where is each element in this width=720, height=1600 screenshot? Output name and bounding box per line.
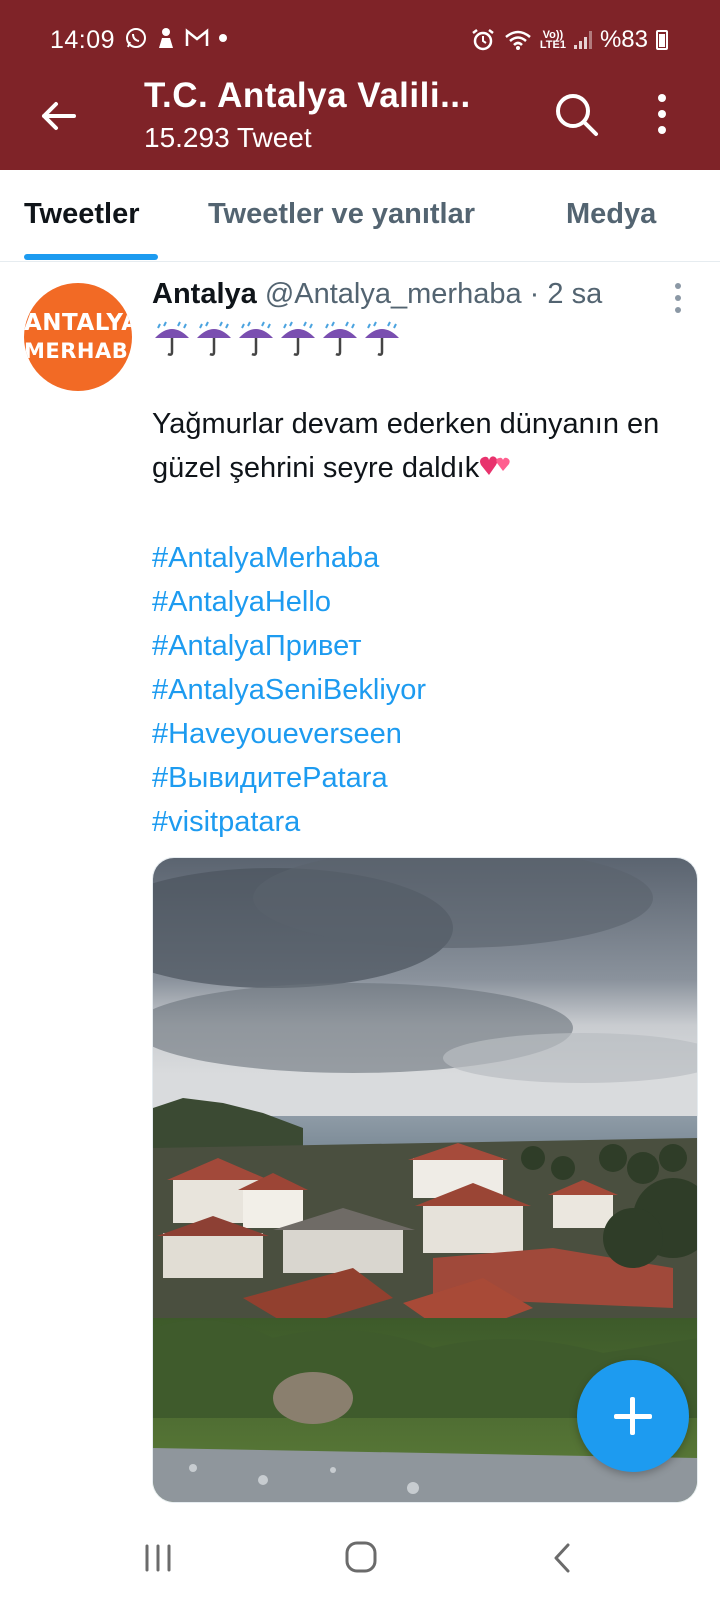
author-name[interactable]: Antalya <box>152 278 257 310</box>
recent-apps-icon[interactable] <box>142 1544 174 1572</box>
whatsapp-icon <box>126 28 146 48</box>
hashtag-list: #AntalyaMerhaba #AntalyaHello #AntalyaПр… <box>152 536 426 844</box>
tweet-time: 2 sa <box>547 278 603 310</box>
avatar-logo-line2: MERHABA <box>24 339 132 363</box>
home-icon[interactable] <box>344 1540 378 1574</box>
umbrella-rain-icon <box>281 321 315 356</box>
profile-tabs: Tweetler Tweetler ve yanıtlar Medya <box>0 170 720 262</box>
umbrella-rain-icon <box>323 321 357 356</box>
umbrella-rain-icon <box>155 321 189 356</box>
tweet-header: Antalya @Antalya_merhaba · 2 sa <box>152 278 602 311</box>
hashtag-link[interactable]: #visitpatara <box>152 800 426 844</box>
hashtag-link[interactable]: #Haveyoueverseen <box>152 712 426 756</box>
avatar-logo-line1: ANTALYA <box>24 310 132 336</box>
hashtag-link[interactable]: #AntalyaMerhaba <box>152 536 426 580</box>
status-time: 14:09 <box>50 26 116 54</box>
tweet-text: Yağmurlar devam ederken dünyanın en güze… <box>152 402 692 490</box>
page-title: T.C. Antalya Valili... <box>144 76 471 115</box>
status-left-icons <box>124 26 228 50</box>
alarm-icon <box>472 29 494 51</box>
back-icon[interactable] <box>552 1542 572 1574</box>
hashtag-link[interactable]: #AntalyaHello <box>152 580 426 624</box>
umbrella-rain-icon <box>197 321 231 356</box>
tab-tweetler[interactable]: Tweetler <box>24 198 140 231</box>
tweet-more-icon[interactable] <box>674 282 682 314</box>
more-options-icon[interactable] <box>650 90 674 138</box>
tweet-text-content: Yağmurlar devam ederken dünyanın en güze… <box>152 408 660 484</box>
signal-icon <box>573 31 592 49</box>
umbrella-rain-emoji-row <box>152 320 402 358</box>
notification-icon <box>159 28 173 48</box>
avatar[interactable]: ANTALYA MERHABA <box>24 283 132 391</box>
hashtag-link[interactable]: #ВывидитеPatara <box>152 756 426 800</box>
battery-icon <box>656 30 668 50</box>
active-tab-indicator <box>24 254 158 260</box>
status-bar: 14:09 Vo)) LTE1 %83 <box>0 22 720 62</box>
app-top-bar: 14:09 Vo)) LTE1 %83 T.C. Antalya Valili.… <box>0 0 720 170</box>
wifi-icon <box>505 30 531 50</box>
tweet-count: 15.293 Tweet <box>144 122 312 153</box>
volte-icon: Vo)) LTE1 <box>539 30 566 51</box>
separator-dot: · <box>529 278 540 310</box>
author-handle[interactable]: @Antalya_merhaba <box>265 278 522 310</box>
tab-tweetler-ve-yanitlar[interactable]: Tweetler ve yanıtlar <box>208 198 475 231</box>
hashtag-link[interactable]: #AntalyaSeniBekliyor <box>152 668 426 712</box>
umbrella-rain-icon <box>365 321 399 356</box>
battery-text: %83 <box>599 26 648 53</box>
search-icon[interactable] <box>552 90 600 138</box>
umbrella-rain-icon <box>239 321 273 356</box>
system-navigation-bar <box>0 1510 720 1600</box>
gmail-icon <box>185 28 209 46</box>
profile-header: T.C. Antalya Valili... 15.293 Tweet <box>0 68 720 168</box>
status-right-icons: Vo)) LTE1 %83 <box>470 26 668 54</box>
volte-line2: LTE1 <box>539 39 566 51</box>
tab-medya[interactable]: Medya <box>566 198 656 231</box>
back-arrow-icon[interactable] <box>36 94 80 138</box>
two-hearts-icon <box>480 456 510 475</box>
dot-icon <box>219 34 227 42</box>
hashtag-link[interactable]: #AntalyaПривет <box>152 624 426 668</box>
compose-tweet-button[interactable] <box>577 1360 689 1472</box>
